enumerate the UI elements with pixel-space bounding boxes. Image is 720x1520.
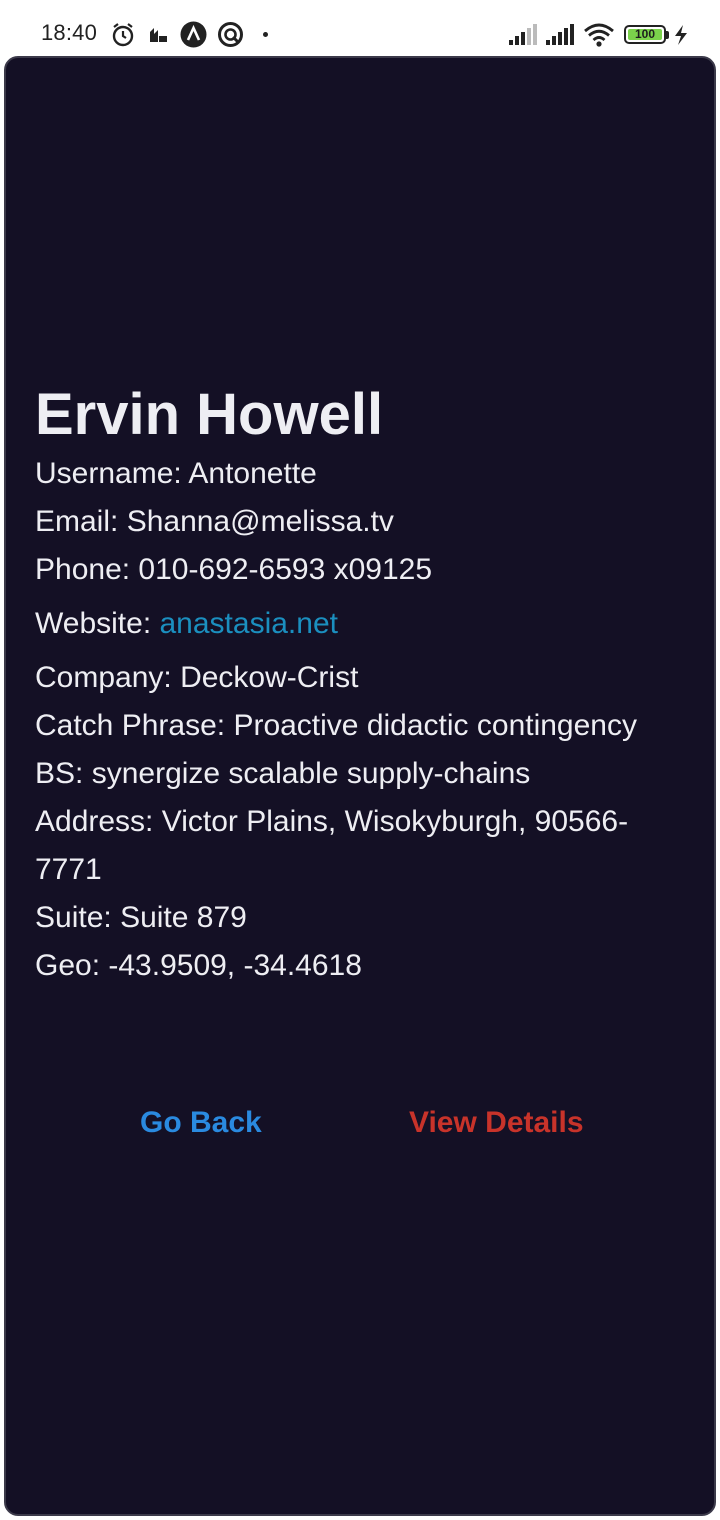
website-row: Website: anastasia.net (35, 594, 705, 654)
geo-row: Geo: -43.9509, -34.4618 (35, 942, 705, 990)
more-notifications-dot (263, 32, 268, 37)
alarm-icon (110, 22, 136, 53)
username-row: Username: Antonette (35, 450, 705, 498)
bs-row: BS: synergize scalable supply-chains (35, 750, 705, 798)
company-row: Company: Deckow-Crist (35, 654, 705, 702)
address-row: Address: Victor Plains, Wisokyburgh, 905… (35, 798, 635, 894)
email-label: Email: (35, 505, 127, 538)
company-value: Deckow-Crist (180, 661, 359, 694)
status-bar: 18:40 100 (0, 0, 720, 56)
catch-phrase-value: Proactive didactic contingency (233, 709, 637, 742)
username-value: Antonette (188, 457, 317, 490)
app-circle-icon (217, 21, 244, 53)
action-bar: Go Back View Details (4, 1096, 716, 1150)
battery-tip (666, 31, 669, 39)
website-label: Website: (35, 607, 160, 640)
suite-value: Suite 879 (120, 901, 247, 934)
go-back-button[interactable]: Go Back (140, 1096, 262, 1150)
username-label: Username: (35, 457, 189, 490)
suite-row: Suite: Suite 879 (35, 894, 705, 942)
suite-label: Suite: (35, 901, 121, 934)
company-label: Company: (35, 661, 181, 694)
catch-phrase-row: Catch Phrase: Proactive didactic conting… (35, 702, 705, 750)
phone-value: 010-692-6593 x09125 (138, 553, 433, 586)
address-label: Address: (35, 805, 162, 838)
bs-value: synergize scalable supply-chains (91, 757, 531, 790)
phone-row: Phone: 010-692-6593 x09125 (35, 546, 705, 594)
user-name-heading: Ervin Howell (35, 382, 384, 447)
notification-icon (146, 22, 170, 51)
email-value: Shanna@melissa.tv (126, 505, 394, 538)
view-details-button[interactable]: View Details (409, 1096, 584, 1150)
app-a-icon (180, 21, 207, 53)
geo-value: -43.9509, -34.4618 (108, 949, 362, 982)
status-time: 18:40 (41, 20, 98, 45)
email-row: Email: Shanna@melissa.tv (35, 498, 705, 546)
signal-icon (508, 24, 538, 51)
bs-label: BS: (35, 757, 92, 790)
signal-icon (545, 24, 575, 51)
battery-level: 100 (634, 27, 656, 41)
phone-label: Phone: (35, 553, 139, 586)
catch-phrase-label: Catch Phrase: (35, 709, 234, 742)
geo-label: Geo: (35, 949, 109, 982)
charging-icon (673, 24, 689, 51)
wifi-icon (583, 22, 615, 53)
website-link[interactable]: anastasia.net (160, 607, 338, 640)
user-details: Ervin Howell Username: Antonette Email: … (35, 380, 705, 990)
battery-icon: 100 (624, 25, 666, 44)
